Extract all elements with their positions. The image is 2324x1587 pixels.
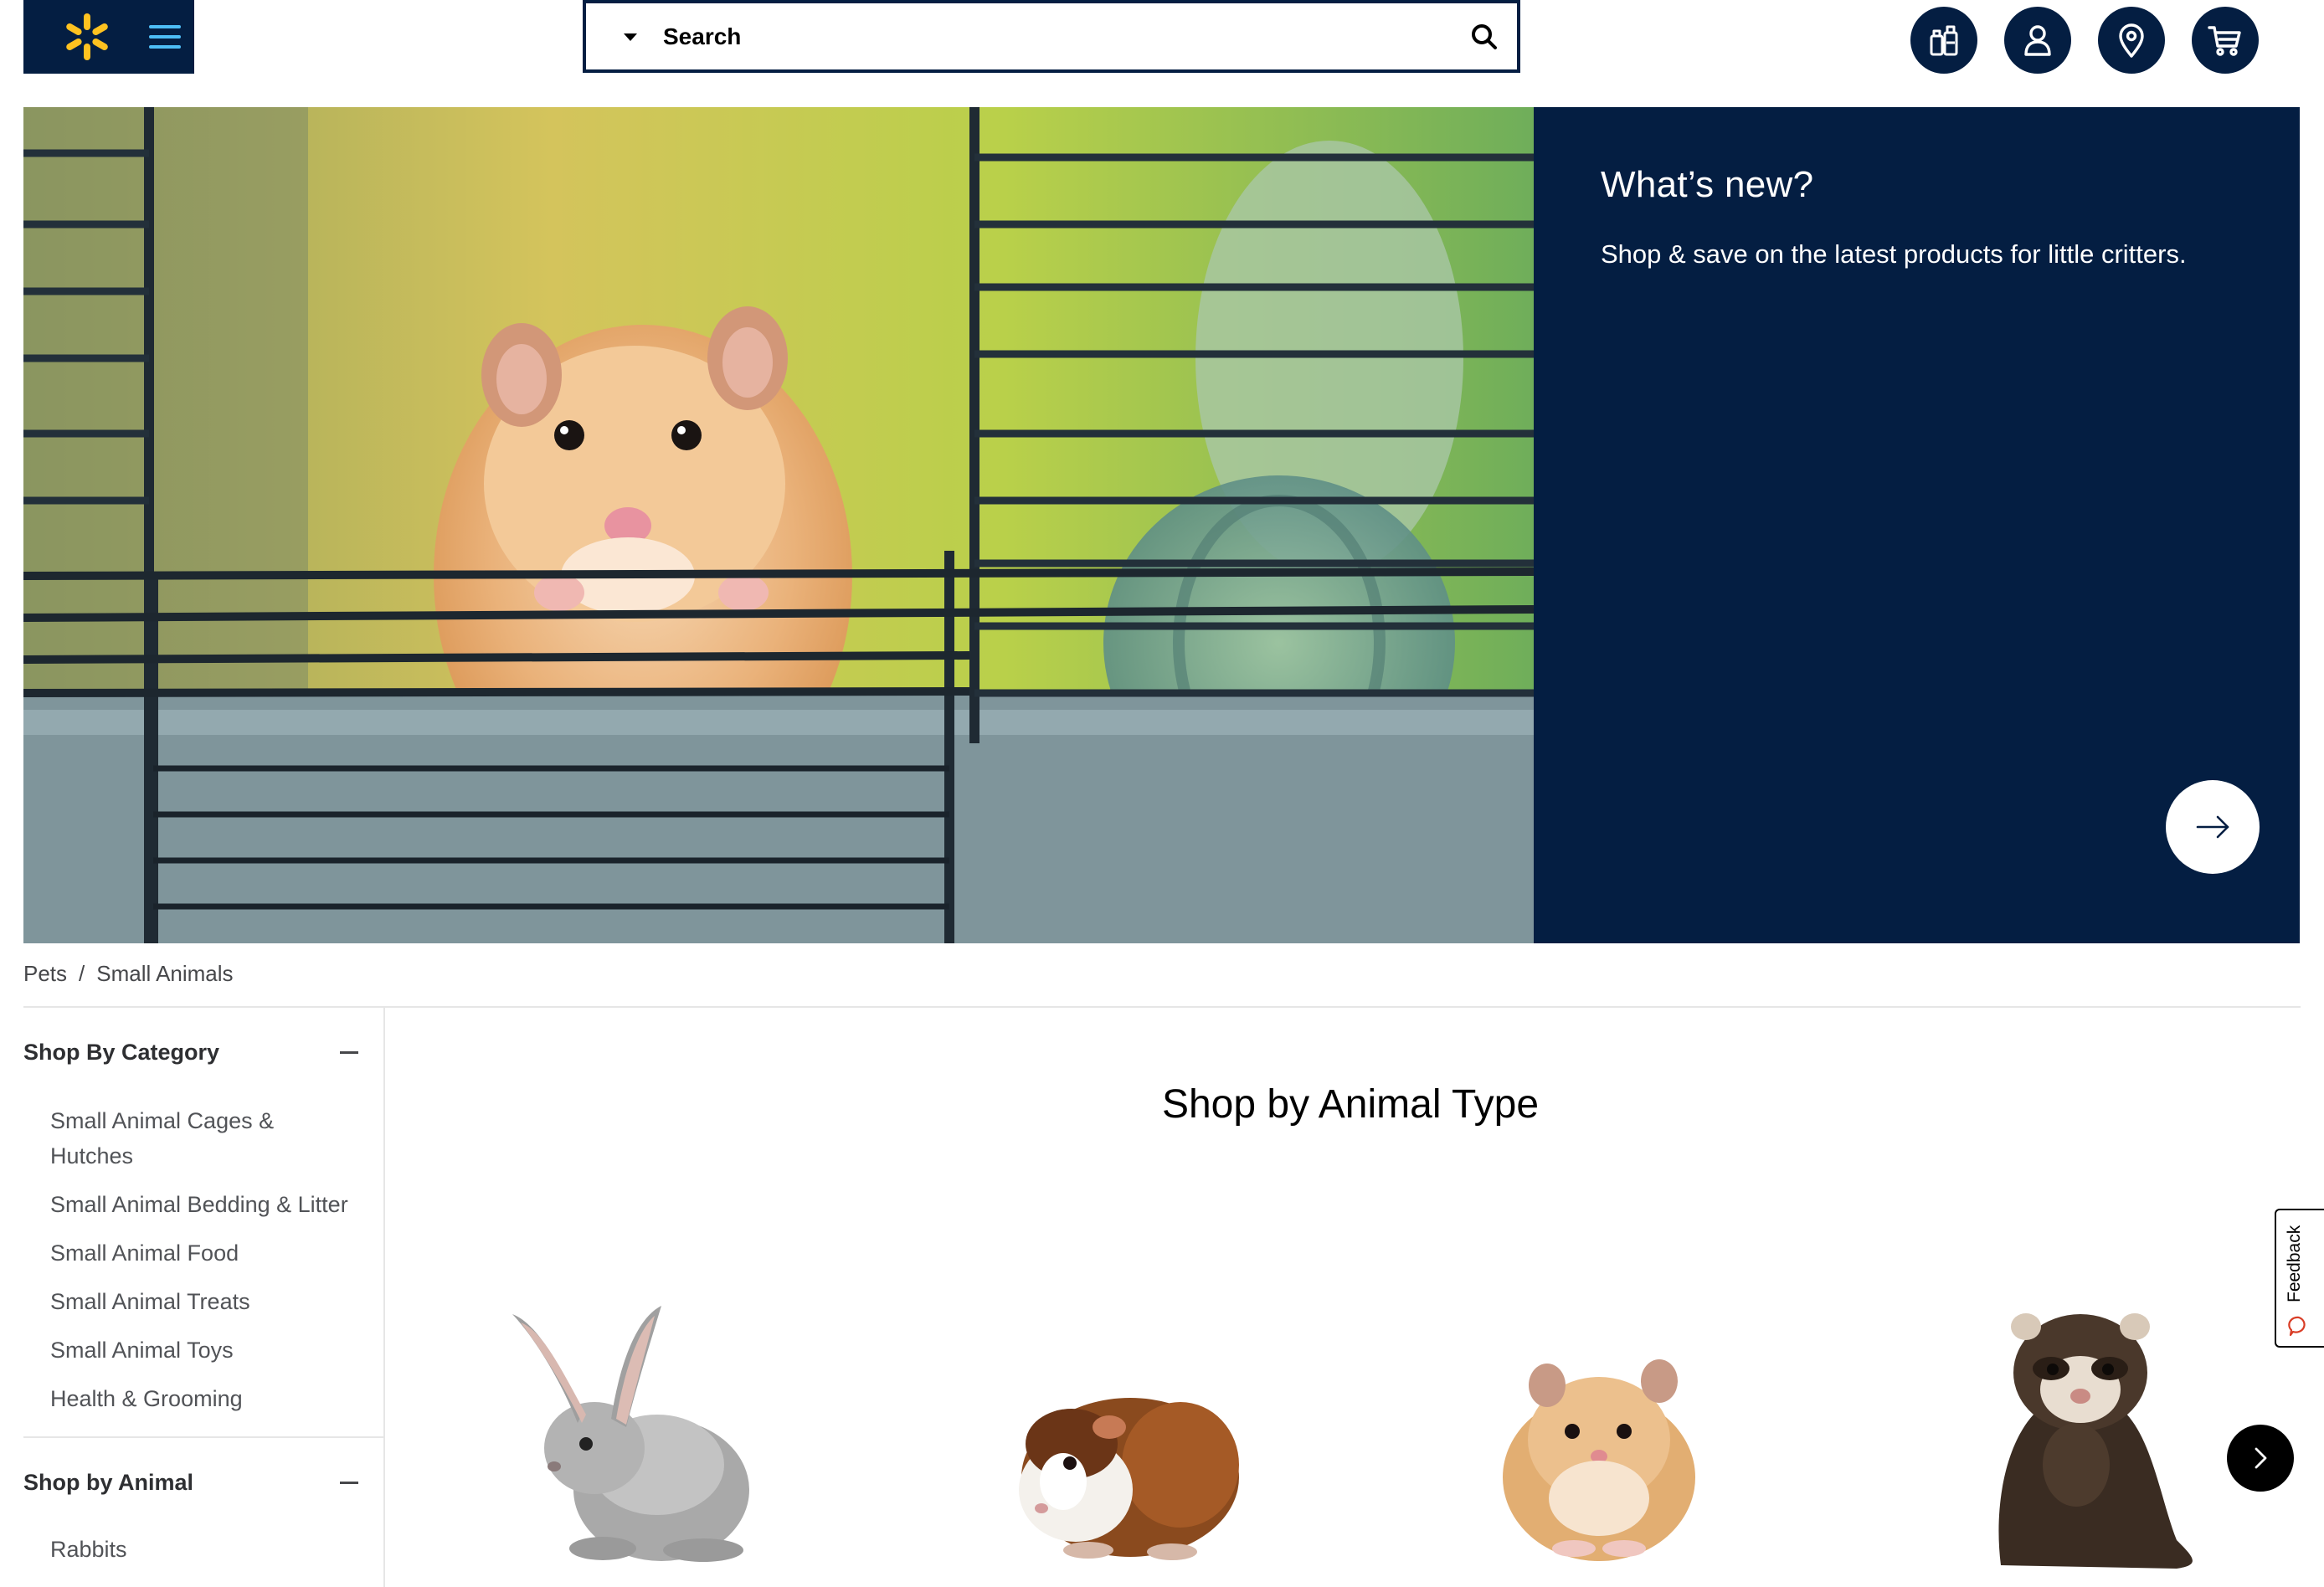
hamster-in-cage-illustration xyxy=(23,107,1534,943)
store-locator-button[interactable] xyxy=(2098,7,2165,74)
animal-card-guinea-pig[interactable] xyxy=(988,1289,1256,1574)
hero-image-hamster-cage[interactable] xyxy=(23,107,1534,943)
hamburger-icon xyxy=(149,25,181,49)
account-button[interactable] xyxy=(2004,7,2071,74)
spark-logo-icon[interactable] xyxy=(62,12,112,62)
hero-promo-panel: What’s new? Shop & save on the latest pr… xyxy=(1534,107,2300,943)
category-list: Small Animal Cages & Hutches Small Anima… xyxy=(50,1103,377,1416)
breadcrumb-pets[interactable]: Pets xyxy=(23,961,67,987)
category-link-toys[interactable]: Small Animal Toys xyxy=(50,1338,234,1363)
breadcrumb-small-animals[interactable]: Small Animals xyxy=(96,961,233,987)
collapse-minus-icon xyxy=(340,1481,358,1484)
list-item: Small Animal Cages & Hutches xyxy=(50,1103,301,1174)
menu-button[interactable] xyxy=(137,8,193,65)
feedback-label: Feedback xyxy=(2285,1225,2304,1302)
carousel-next-button[interactable] xyxy=(2227,1425,2294,1492)
hamster-image xyxy=(1503,1359,1695,1561)
guinea-pig-image xyxy=(1019,1398,1239,1560)
list-item: Rabbits xyxy=(50,1532,377,1567)
search-input[interactable] xyxy=(646,10,1452,63)
hero-subtitle: Shop & save on the latest products for l… xyxy=(1601,239,2187,269)
category-link-treats[interactable]: Small Animal Treats xyxy=(50,1289,250,1314)
search-submit-button[interactable] xyxy=(1452,3,1517,69)
breadcrumb: Pets / Small Animals xyxy=(23,961,234,987)
cart-button[interactable] xyxy=(2192,7,2259,74)
search-icon xyxy=(1472,23,1497,49)
animal-list: Rabbits xyxy=(50,1532,377,1567)
section-title: Shop by Animal Type xyxy=(1161,1082,1540,1127)
hero-next-button[interactable] xyxy=(2166,780,2260,874)
caret-down-icon xyxy=(624,33,637,41)
sidebar-section-divider xyxy=(23,1436,383,1438)
shop-by-category-title: Shop By Category xyxy=(23,1039,220,1065)
arrow-right-icon xyxy=(2196,815,2229,839)
shop-by-animal-toggle[interactable]: Shop by Animal xyxy=(23,1461,368,1503)
animal-link-rabbits[interactable]: Rabbits xyxy=(50,1537,127,1562)
category-link-cages-hutches[interactable]: Small Animal Cages & Hutches xyxy=(50,1108,274,1168)
category-link-food[interactable]: Small Animal Food xyxy=(50,1240,239,1266)
hero-title: What’s new? xyxy=(1601,164,1814,205)
animal-card-ferret[interactable] xyxy=(1951,1289,2219,1574)
list-item: Health & Grooming xyxy=(50,1381,377,1416)
shop-by-category-toggle[interactable]: Shop By Category xyxy=(23,1031,368,1073)
animal-card-rabbit[interactable] xyxy=(502,1289,770,1574)
user-icon xyxy=(2024,25,2051,56)
category-link-health-grooming[interactable]: Health & Grooming xyxy=(50,1386,243,1411)
list-item: Small Animal Bedding & Litter xyxy=(50,1187,377,1222)
location-pin-icon xyxy=(2119,23,2144,58)
reorder-icon xyxy=(1930,25,1958,56)
shop-by-animal-title: Shop by Animal xyxy=(23,1469,194,1495)
animal-card-hamster[interactable] xyxy=(1473,1289,1741,1574)
list-item: Small Animal Food xyxy=(50,1235,377,1271)
list-item: Small Animal Treats xyxy=(50,1284,377,1319)
list-item: Small Animal Toys xyxy=(50,1333,377,1368)
content-divider xyxy=(23,1006,2301,1008)
category-link-bedding-litter[interactable]: Small Animal Bedding & Litter xyxy=(50,1192,348,1217)
department-dropdown[interactable] xyxy=(586,3,646,69)
logo-bar xyxy=(23,0,194,74)
cart-icon xyxy=(2208,26,2241,56)
ferret-image xyxy=(1998,1313,2193,1569)
chevron-right-icon xyxy=(2255,1447,2267,1469)
rabbit-image xyxy=(512,1306,749,1562)
chat-bubble-icon xyxy=(2288,1316,2306,1337)
search-bar xyxy=(583,0,1520,73)
collapse-minus-icon xyxy=(340,1050,358,1054)
reorder-button[interactable] xyxy=(1910,7,1977,74)
breadcrumb-separator: / xyxy=(79,961,85,986)
feedback-tab[interactable]: Feedback xyxy=(2275,1209,2324,1348)
